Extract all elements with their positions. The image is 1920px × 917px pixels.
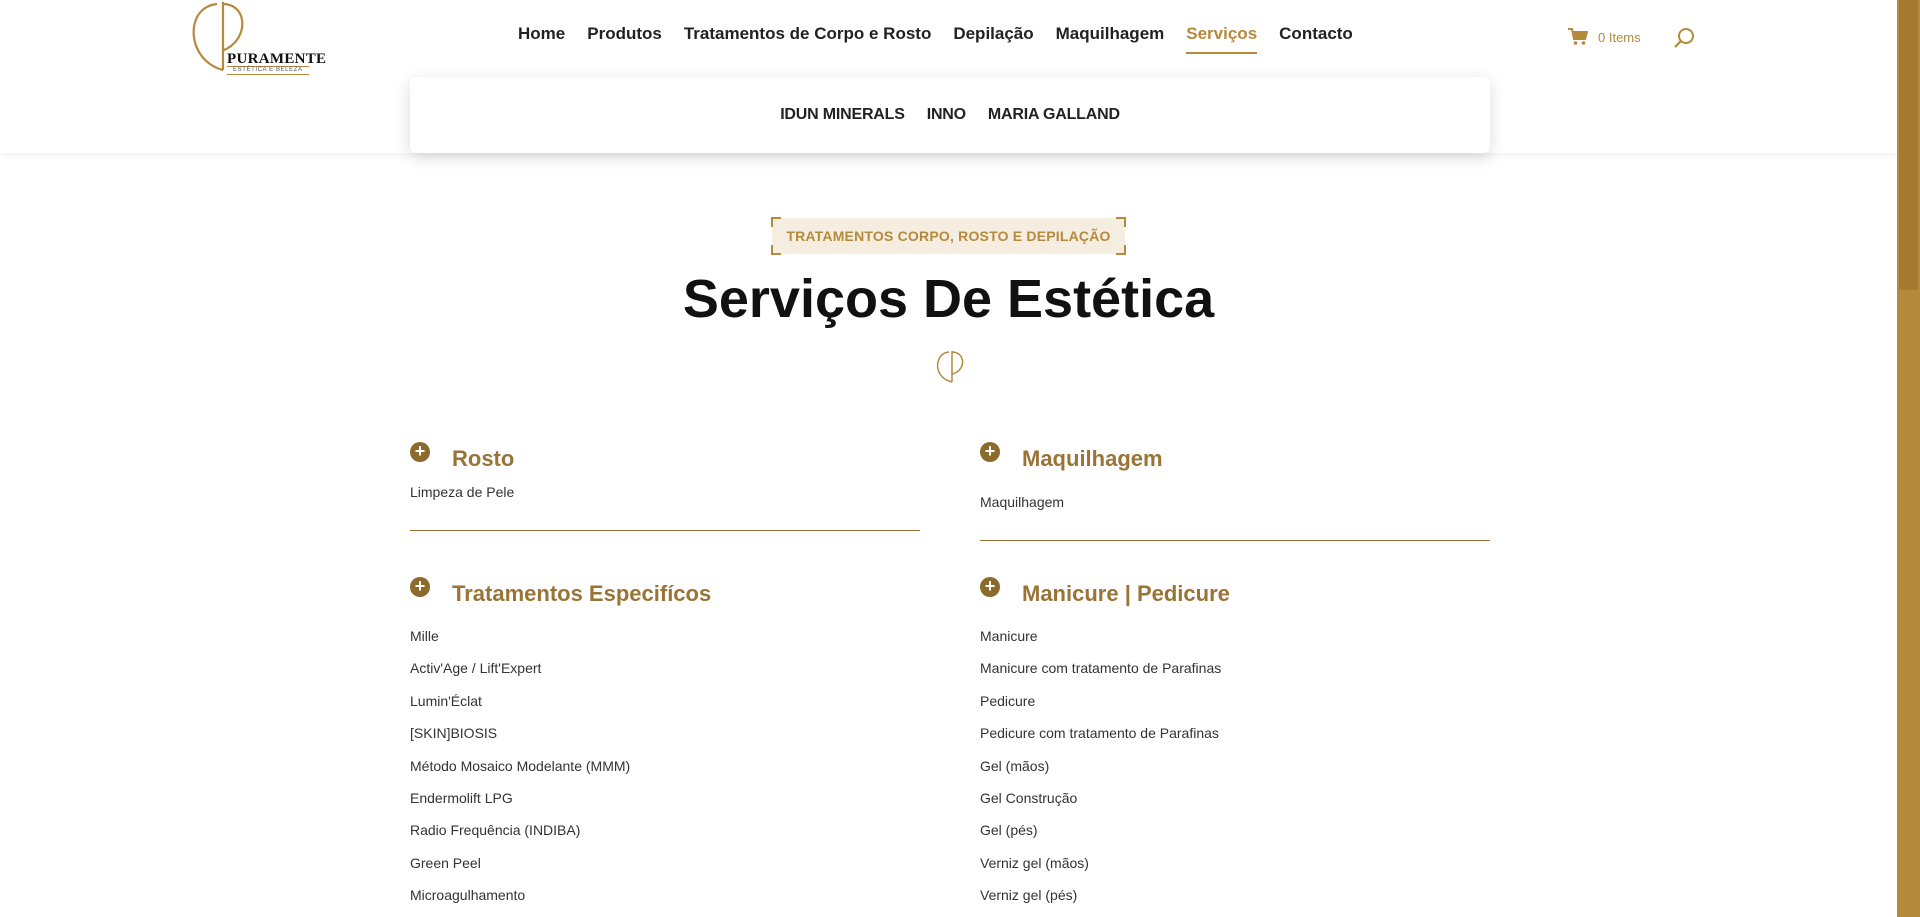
list-item: Radio Frequência (INDIBA) bbox=[410, 822, 581, 839]
servicos-dropdown: IDUN MINERALS INNO MARIA GALLAND bbox=[410, 77, 1490, 153]
list-item: Pedicure com tratamento de Parafinas bbox=[980, 725, 1219, 742]
section-header[interactable]: + Tratamentos Especifícos bbox=[410, 577, 920, 607]
section-header[interactable]: + Maquilhagem bbox=[980, 442, 1490, 472]
nav-home[interactable]: Home bbox=[518, 24, 565, 54]
plus-circle-icon[interactable]: + bbox=[980, 577, 1000, 597]
list-item: Manicure com tratamento de Parafinas bbox=[980, 660, 1222, 677]
section-maquilhagem: + Maquilhagem Maquilhagem bbox=[980, 442, 1490, 542]
plus-circle-icon[interactable]: + bbox=[980, 442, 1000, 462]
list-item: [SKIN]BIOSIS bbox=[410, 725, 498, 742]
list-item: Endermolift LPG bbox=[410, 790, 513, 807]
nav-contacto[interactable]: Contacto bbox=[1279, 24, 1353, 54]
list-item: Gel (pés) bbox=[980, 822, 1038, 839]
list-item: Método Mosaico Modelante (MMM) bbox=[410, 757, 631, 774]
nav-produtos[interactable]: Produtos bbox=[587, 24, 662, 54]
dropdown-item-idun[interactable]: IDUN MINERALS bbox=[780, 106, 905, 124]
list-item: Manicure bbox=[980, 628, 1038, 644]
section-divider bbox=[980, 540, 1490, 542]
nav-maquilhagem[interactable]: Maquilhagem bbox=[1056, 24, 1165, 54]
cart-label: 0 Items bbox=[1598, 29, 1641, 45]
logo-tagline: ESTÉTICA E BELEZA bbox=[227, 66, 309, 75]
list-item: Verniz gel (pés) bbox=[980, 887, 1078, 904]
logo-mark-icon bbox=[935, 350, 965, 389]
main-nav: Home Produtos Tratamentos de Corpo e Ros… bbox=[518, 24, 1375, 54]
list-item: Pedicure bbox=[980, 692, 1036, 709]
cart-link[interactable]: 0 Items bbox=[1568, 28, 1641, 46]
list-item: Green Peel bbox=[410, 854, 481, 871]
nav-depilacao[interactable]: Depilação bbox=[953, 24, 1033, 54]
section-title: Tratamentos Especifícos bbox=[452, 581, 712, 606]
search-icon bbox=[1674, 28, 1694, 48]
list-item: Activ'Age / Lift'Expert bbox=[410, 660, 542, 677]
list-item: Maquilhagem bbox=[980, 494, 1065, 510]
dropdown-item-maria-galland[interactable]: MARIA GALLAND bbox=[988, 106, 1120, 124]
section-divider bbox=[410, 530, 920, 532]
section-eyebrow: TRATAMENTOS CORPO, ROSTO E DEPILAÇÃO bbox=[771, 217, 1126, 255]
section-title: Rosto bbox=[452, 446, 515, 471]
list-item: Gel Construção bbox=[980, 790, 1078, 807]
page-title: Serviços De Estética bbox=[682, 269, 1215, 329]
section-title: Manicure | Pedicure bbox=[1022, 581, 1230, 606]
list-item: Lumin'Éclat bbox=[410, 692, 482, 709]
nav-servicos[interactable]: Serviços bbox=[1186, 24, 1258, 54]
dropdown-item-inno[interactable]: INNO bbox=[927, 106, 966, 124]
section-rosto: + Rosto Limpeza de Pele bbox=[410, 442, 920, 532]
section-manicure-pedicure: + Manicure | Pedicure Manicure Manicure … bbox=[980, 577, 1490, 912]
section-title: Maquilhagem bbox=[1022, 446, 1163, 471]
scrollbar-thumb[interactable] bbox=[1899, 0, 1918, 290]
section-header[interactable]: + Manicure | Pedicure bbox=[980, 577, 1490, 607]
list-item: Limpeza de Pele bbox=[410, 484, 515, 500]
plus-circle-icon[interactable]: + bbox=[410, 442, 430, 462]
plus-circle-icon[interactable]: + bbox=[410, 577, 430, 597]
cart-icon bbox=[1568, 28, 1588, 45]
section-tratamentos-especificos: + Tratamentos Especifícos Mille Activ'Ag… bbox=[410, 577, 920, 912]
eyebrow-text: TRATAMENTOS CORPO, ROSTO E DEPILAÇÃO bbox=[786, 228, 1111, 244]
search-button[interactable] bbox=[1673, 27, 1695, 54]
list-item: Mille bbox=[410, 628, 439, 644]
section-header[interactable]: + Rosto bbox=[410, 442, 920, 472]
list-item: Gel (mãos) bbox=[980, 757, 1050, 774]
site-logo[interactable]: PURAMENTE ESTÉTICA E BELEZA bbox=[187, 0, 326, 76]
nav-tratamentos[interactable]: Tratamentos de Corpo e Rosto bbox=[684, 24, 931, 54]
list-item: Microagulhamento bbox=[410, 887, 526, 904]
list-item: Verniz gel (mãos) bbox=[980, 854, 1089, 871]
